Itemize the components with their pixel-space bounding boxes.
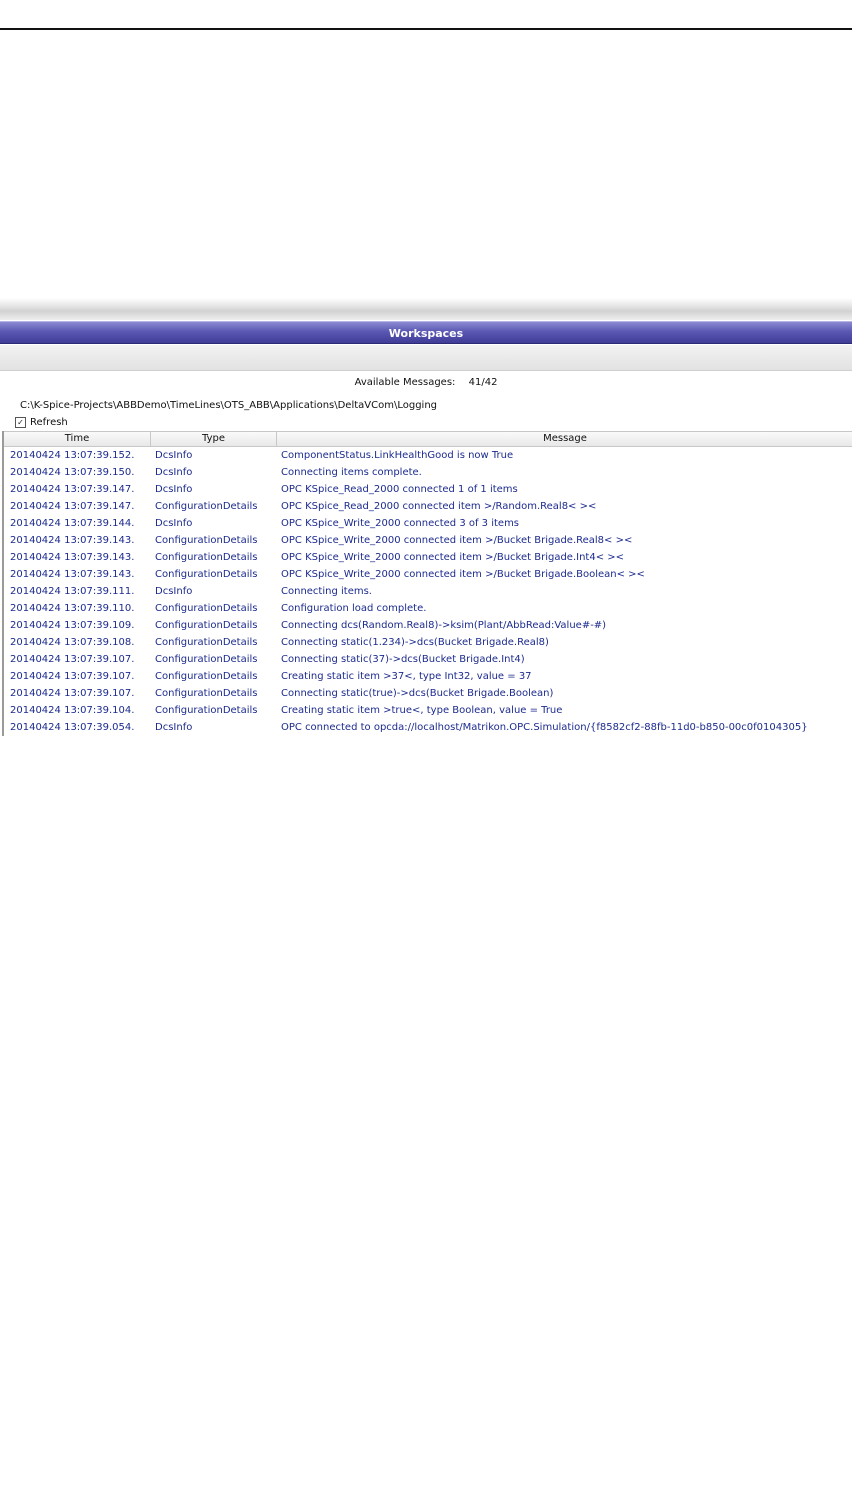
table-row[interactable]: 20140424 13:07:39.147. ConfigurationDetai… — [4, 498, 852, 515]
workspaces-header: Workspaces — [0, 321, 852, 344]
row-type: ConfigurationDetails — [155, 501, 258, 512]
row-message: OPC KSpice_Write_2000 connected item >/B… — [281, 535, 633, 546]
row-type: DcsInfo — [155, 450, 193, 461]
grid-body: 20140424 13:07:39.152. DcsInfo ComponentSt… — [4, 447, 852, 736]
row-type: DcsInfo — [155, 467, 193, 478]
workspaces-subbar — [0, 345, 852, 371]
row-time: 20140424 13:07:39.143. — [10, 535, 135, 546]
table-row[interactable]: 20140424 13:07:39.108. ConfigurationDetai… — [4, 634, 852, 651]
table-row[interactable]: 20140424 13:07:39.107. ConfigurationDetai… — [4, 651, 852, 668]
row-message: OPC KSpice_Write_2000 connected 3 of 3 i… — [281, 518, 520, 529]
row-message: ComponentStatus.LinkHealthGood is now Tr… — [281, 450, 514, 461]
row-type: ConfigurationDetails — [155, 603, 258, 614]
table-row[interactable]: 20140424 13:07:39.143. ConfigurationDetai… — [4, 566, 852, 583]
row-message: OPC KSpice_Read_2000 connected item >/Ra… — [281, 501, 597, 512]
row-time: 20140424 13:07:39.111. — [10, 586, 135, 597]
table-row[interactable]: 20140424 13:07:39.143. ConfigurationDetai… — [4, 549, 852, 566]
column-header-type[interactable]: Type — [151, 432, 277, 446]
table-row[interactable]: 20140424 13:07:39.111. DcsInfo Connecting … — [4, 583, 852, 600]
message-grid: Time Type Message 20140424 13:07:39.152.… — [2, 431, 852, 736]
top-divider — [0, 28, 852, 30]
row-time: 20140424 13:07:39.150. — [10, 467, 135, 478]
row-type: ConfigurationDetails — [155, 535, 258, 546]
row-type: ConfigurationDetails — [155, 552, 258, 563]
toolbar-band — [0, 298, 852, 320]
row-message: Connecting items complete. — [281, 467, 422, 478]
row-type: DcsInfo — [155, 518, 193, 529]
row-message: OPC KSpice_Write_2000 connected item >/B… — [281, 552, 625, 563]
table-row[interactable]: 20140424 13:07:39.152. DcsInfo ComponentSt… — [4, 447, 852, 464]
table-row[interactable]: 20140424 13:07:39.054. DcsInfo OPC connect… — [4, 719, 852, 736]
row-time: 20140424 13:07:39.109. — [10, 620, 135, 631]
table-row[interactable]: 20140424 13:07:39.109. ConfigurationDetai… — [4, 617, 852, 634]
row-type: ConfigurationDetails — [155, 654, 258, 665]
row-type: ConfigurationDetails — [155, 671, 258, 682]
table-row[interactable]: 20140424 13:07:39.104. ConfigurationDetai… — [4, 702, 852, 719]
row-type: ConfigurationDetails — [155, 688, 258, 699]
row-message: OPC KSpice_Write_2000 connected item >/B… — [281, 569, 645, 580]
table-row[interactable]: 20140424 13:07:39.107. ConfigurationDetai… — [4, 668, 852, 685]
row-message: Connecting static(true)->dcs(Bucket Brig… — [281, 688, 554, 699]
row-time: 20140424 13:07:39.054. — [10, 722, 135, 733]
refresh-checkbox[interactable]: ✓ — [15, 417, 26, 428]
row-type: ConfigurationDetails — [155, 705, 258, 716]
table-row[interactable]: 20140424 13:07:39.144. DcsInfo OPC KSpice_… — [4, 515, 852, 532]
row-time: 20140424 13:07:39.110. — [10, 603, 135, 614]
row-time: 20140424 13:07:39.143. — [10, 552, 135, 563]
table-row[interactable]: 20140424 13:07:39.110. ConfigurationDetai… — [4, 600, 852, 617]
row-message: Connecting static(1.234)->dcs(Bucket Bri… — [281, 637, 549, 648]
row-time: 20140424 13:07:39.104. — [10, 705, 135, 716]
refresh-label: Refresh — [30, 417, 68, 428]
table-row[interactable]: 20140424 13:07:39.150. DcsInfo Connecting … — [4, 464, 852, 481]
row-message: Connecting items. — [281, 586, 372, 597]
row-time: 20140424 13:07:39.107. — [10, 654, 135, 665]
row-time: 20140424 13:07:39.144. — [10, 518, 135, 529]
row-message: Creating static item >37<, type Int32, v… — [281, 671, 532, 682]
row-time: 20140424 13:07:39.147. — [10, 484, 135, 495]
available-messages: Available Messages: 41/42 — [0, 377, 852, 388]
table-row[interactable]: 20140424 13:07:39.143. ConfigurationDetai… — [4, 532, 852, 549]
row-message: Configuration load complete. — [281, 603, 427, 614]
row-type: DcsInfo — [155, 586, 193, 597]
table-row[interactable]: 20140424 13:07:39.107. ConfigurationDetai… — [4, 685, 852, 702]
row-type: ConfigurationDetails — [155, 620, 258, 631]
row-message: OPC KSpice_Read_2000 connected 1 of 1 it… — [281, 484, 518, 495]
row-type: DcsInfo — [155, 722, 193, 733]
row-message: OPC connected to opcda://localhost/Matri… — [281, 722, 808, 733]
row-type: ConfigurationDetails — [155, 569, 258, 580]
row-time: 20140424 13:07:39.107. — [10, 671, 135, 682]
table-row[interactable]: 20140424 13:07:39.147. DcsInfo OPC KSpice_… — [4, 481, 852, 498]
row-type: ConfigurationDetails — [155, 637, 258, 648]
grid-header: Time Type Message — [4, 431, 852, 447]
available-messages-label: Available Messages: — [354, 377, 456, 388]
row-message: Connecting static(37)->dcs(Bucket Brigad… — [281, 654, 525, 665]
row-message: Connecting dcs(Random.Real8)->ksim(Plant… — [281, 620, 607, 631]
row-message: Creating static item >true<, type Boolea… — [281, 705, 563, 716]
column-header-message[interactable]: Message — [277, 432, 852, 446]
column-header-time[interactable]: Time — [4, 432, 151, 446]
logging-panel: Available Messages: 41/42 C:\K-Spice-Pro… — [0, 371, 852, 751]
logging-path: C:\K-Spice-Projects\ABBDemo\TimeLines\OT… — [20, 400, 438, 411]
workspaces-title: Workspaces — [388, 327, 464, 340]
available-messages-count: 41/42 — [468, 377, 498, 388]
row-time: 20140424 13:07:39.152. — [10, 450, 135, 461]
refresh-toggle[interactable]: ✓ Refresh — [15, 417, 68, 428]
row-time: 20140424 13:07:39.143. — [10, 569, 135, 580]
row-time: 20140424 13:07:39.107. — [10, 688, 135, 699]
row-type: DcsInfo — [155, 484, 193, 495]
row-time: 20140424 13:07:39.147. — [10, 501, 135, 512]
row-time: 20140424 13:07:39.108. — [10, 637, 135, 648]
